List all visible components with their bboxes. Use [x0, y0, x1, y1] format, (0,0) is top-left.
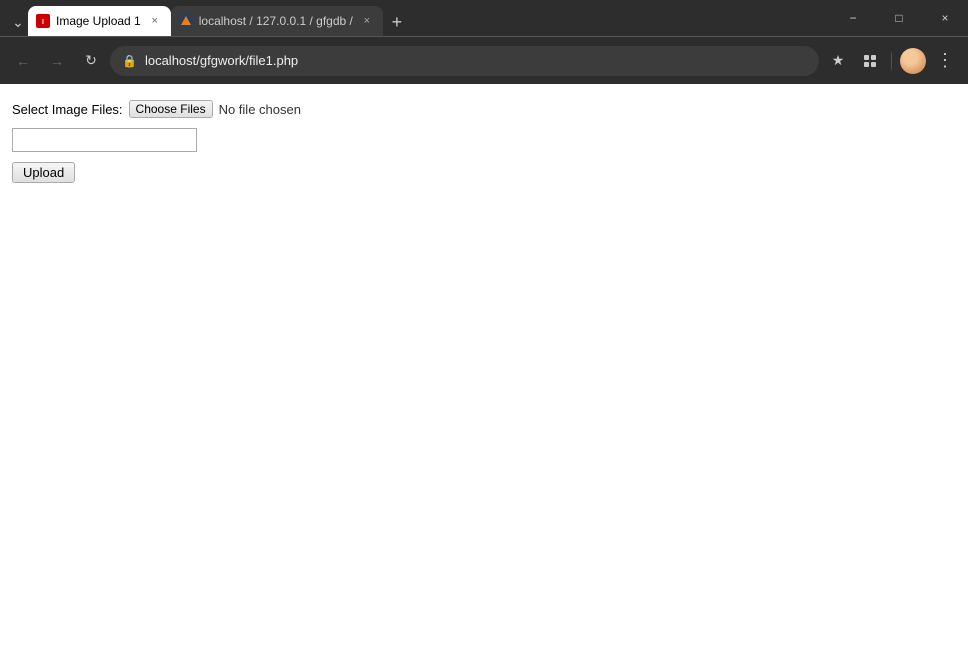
upload-button[interactable]: Upload [12, 162, 75, 183]
text-input[interactable] [12, 128, 197, 152]
new-tab-button[interactable]: + [383, 8, 411, 36]
url-text: localhost/gfgwork/file1.php [145, 53, 807, 68]
tab-close-image-upload[interactable]: × [147, 13, 163, 29]
choose-files-button[interactable]: Choose Files [129, 100, 213, 118]
tab-gfgdb[interactable]: localhost / 127.0.0.1 / gfgdb / × [171, 6, 383, 36]
address-bar-actions: ★ ⋮ [823, 46, 960, 76]
tab-favicon-gfgdb [179, 14, 193, 28]
extension-button[interactable] [855, 46, 885, 76]
close-button[interactable]: × [922, 0, 968, 36]
forward-button[interactable]: → [42, 46, 72, 76]
lock-icon: 🔒 [122, 54, 137, 68]
tab-image-upload[interactable]: I Image Upload 1 × [28, 6, 171, 36]
window-controls: − □ × [830, 0, 968, 36]
tab-title-image-upload: Image Upload 1 [56, 14, 141, 28]
file-input-label: Select Image Files: [12, 102, 123, 117]
account-button[interactable] [898, 46, 928, 76]
no-file-text: No file chosen [219, 102, 301, 117]
avatar [900, 48, 926, 74]
tab-list-button[interactable]: ⌄ [8, 8, 28, 36]
file-input-row: Select Image Files: Choose Files No file… [12, 100, 956, 118]
maximize-button[interactable]: □ [876, 0, 922, 36]
address-bar: ← → ↻ 🔒 localhost/gfgwork/file1.php ★ [0, 36, 968, 84]
minimize-button[interactable]: − [830, 0, 876, 36]
svg-text:I: I [42, 19, 44, 26]
bookmark-button[interactable]: ★ [823, 46, 853, 76]
tab-title-gfgdb: localhost / 127.0.0.1 / gfgdb / [199, 14, 353, 28]
url-bar[interactable]: 🔒 localhost/gfgwork/file1.php [110, 46, 819, 76]
tab-close-gfgdb[interactable]: × [359, 13, 375, 29]
browser-window: ⌄ I Image Upload 1 × [0, 0, 968, 660]
menu-button[interactable]: ⋮ [930, 46, 960, 76]
reload-button[interactable]: ↻ [76, 46, 106, 76]
tab-bar: ⌄ I Image Upload 1 × [0, 0, 968, 36]
back-button[interactable]: ← [8, 46, 38, 76]
page-content: Select Image Files: Choose Files No file… [0, 84, 968, 660]
divider [891, 51, 892, 71]
tab-favicon-image-upload: I [36, 14, 50, 28]
